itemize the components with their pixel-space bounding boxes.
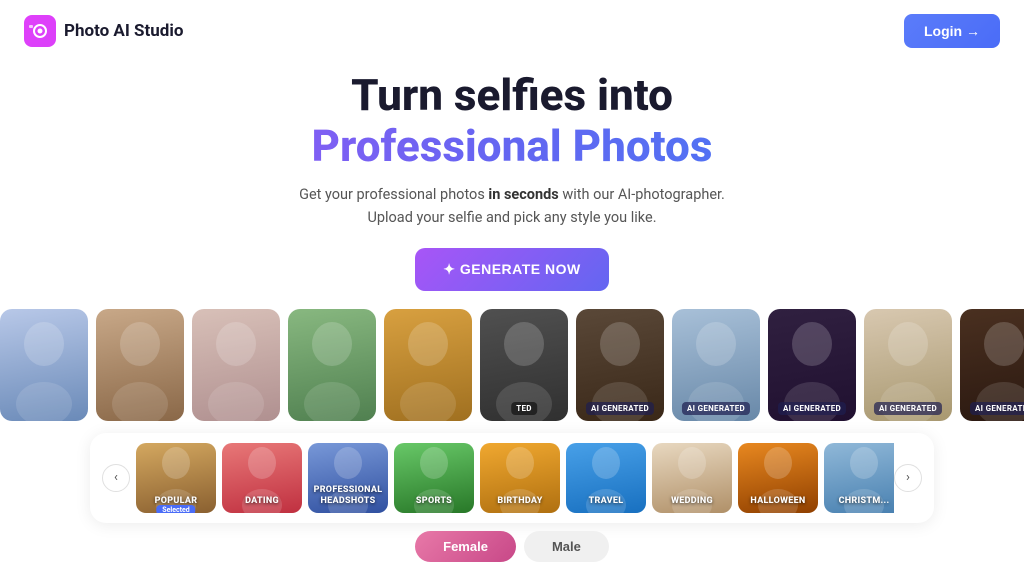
category-label: DATING [222,496,302,507]
category-section: ‹ POPULARSelected DATING PROFESSIONAL HEAD… [90,433,934,523]
generate-button[interactable]: ✦ GENERATE NOW [415,248,608,291]
category-item-popular[interactable]: POPULARSelected [136,443,216,513]
photo-strip: TED AI GENERATED AI GENERATED AI GENERATED A… [0,291,1024,429]
header: Photo AI Studio Login → [0,0,1024,62]
gender-row: Female Male [0,531,1024,562]
hero-title-line1: Turn selfies into [351,69,673,121]
hero-subtitle: Get your professional photos in seconds … [20,183,1004,229]
category-item-dating[interactable]: DATING [222,443,302,513]
category-next-button[interactable]: › [894,464,922,492]
female-button[interactable]: Female [415,531,516,562]
photo-card [0,309,88,421]
category-item-travel[interactable]: TRAVEL [566,443,646,513]
photo-card: TED [480,309,568,421]
category-prev-button[interactable]: ‹ [102,464,130,492]
category-item-professional[interactable]: PROFESSIONAL HEADSHOTS [308,443,388,513]
photo-card [96,309,184,421]
photo-label: TED [511,402,537,415]
logo-text: Photo AI Studio [64,21,183,41]
category-label: HALLOWEEN [738,496,818,507]
category-label: PROFESSIONAL HEADSHOTS [308,485,388,507]
photo-label: AI GENERATED [682,402,750,415]
logo-area: Photo AI Studio [24,15,183,47]
hero-section: Turn selfies into Professional Photos Ge… [0,62,1024,291]
photo-card: AI GENERATED [768,309,856,421]
logo-icon [24,15,56,47]
category-label: BIRTHDAY [480,496,560,507]
photo-card [384,309,472,421]
hero-title-line2: Professional Photos [20,121,1004,172]
category-label: CHRISTM... [824,496,894,507]
photo-card [192,309,280,421]
photo-card: AI GENERATED [864,309,952,421]
category-label: SPORTS [394,496,474,507]
category-item-birthday[interactable]: BIRTHDAY [480,443,560,513]
category-item-halloween[interactable]: HALLOWEEN [738,443,818,513]
male-button[interactable]: Male [524,531,609,562]
photo-label: AI GENERATED [874,402,942,415]
login-button[interactable]: Login → [904,14,1000,48]
categories-list: POPULARSelected DATING PROFESSIONAL HEADSH… [130,443,894,513]
photo-label: AI GENERATED [778,402,846,415]
hero-title: Turn selfies into Professional Photos [20,70,1004,171]
category-label: TRAVEL [566,496,646,507]
category-item-christmas[interactable]: CHRISTM... [824,443,894,513]
category-item-wedding[interactable]: WEDDING [652,443,732,513]
photo-card [288,309,376,421]
selected-badge: Selected [156,505,195,513]
photo-label: AI GENERATED [586,402,654,415]
photo-card: AI GENERATED [672,309,760,421]
hero-subtitle-bold: in seconds [488,186,558,203]
hero-subtitle-line2: Upload your selfie and pick any style yo… [367,209,656,226]
photo-label: AI GENERATED [970,402,1024,415]
photo-card: AI GENERATED [576,309,664,421]
photo-card: AI GENERATED [960,309,1024,421]
category-item-sports[interactable]: SPORTS [394,443,474,513]
category-label: WEDDING [652,496,732,507]
